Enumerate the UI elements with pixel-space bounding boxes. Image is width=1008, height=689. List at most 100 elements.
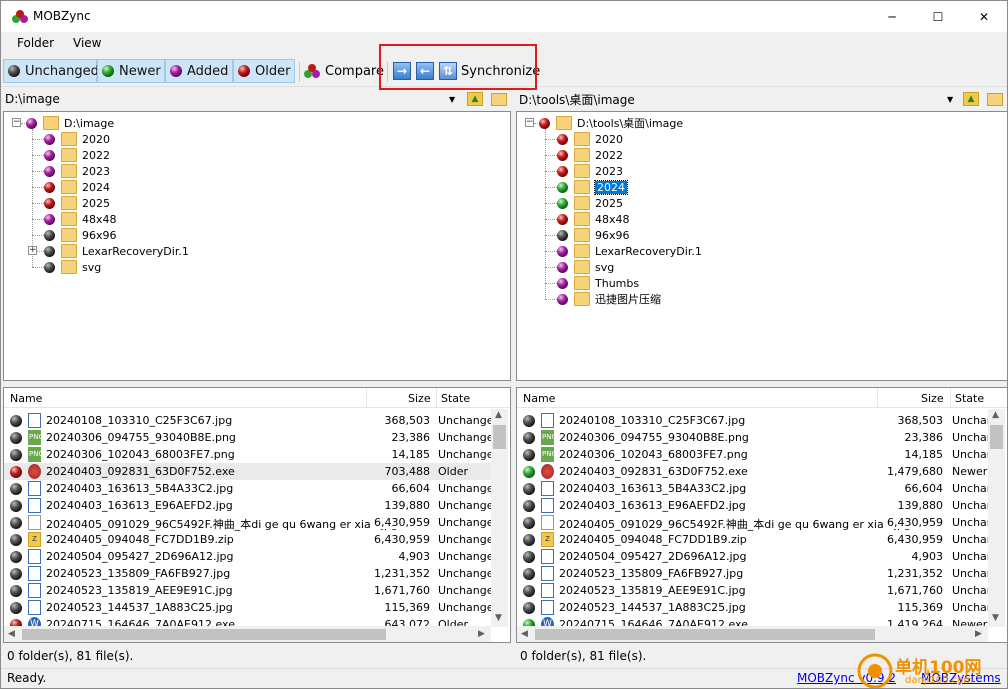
- filter-unchanged-label: Unchanged: [25, 63, 99, 79]
- tree-item[interactable]: 96x96: [557, 227, 630, 243]
- tree-item[interactable]: 2025: [557, 195, 623, 211]
- tree-item[interactable]: 48x48: [557, 211, 630, 227]
- file-row[interactable]: PNG 20240306_094755_93040B8E.png 23,386 Unc…: [517, 429, 994, 446]
- horizontal-scrollbar[interactable]: ◀ ▶: [4, 626, 491, 642]
- tree-item[interactable]: 2024: [557, 179, 628, 195]
- file-row[interactable]: 20240403_092831_63D0F752.exe 1,479,680 New…: [517, 463, 988, 480]
- tree-item[interactable]: 2020: [44, 131, 110, 147]
- maximize-button[interactable]: ☐: [915, 1, 961, 32]
- folder-icon: [61, 228, 77, 242]
- left-folder-tree[interactable]: − D:\image 2020 2022 2023 2024 2025 48x48 96x96 +…: [3, 111, 511, 381]
- minimize-button[interactable]: ─: [869, 1, 915, 32]
- column-name-header[interactable]: Name: [523, 392, 555, 405]
- file-row[interactable]: 20240523_135819_AEE9E91C.jpg 1,671,760 Unc…: [517, 582, 994, 599]
- tree-item[interactable]: 迅捷图片压缩: [557, 291, 661, 307]
- file-row[interactable]: PNG 20240306_102043_68003FE7.png 14,185 Unc…: [517, 446, 994, 463]
- file-name: 20240306_094755_93040B8E.png: [559, 431, 749, 444]
- tree-item[interactable]: LexarRecoveryDir.1: [44, 243, 189, 259]
- menu-folder[interactable]: Folder: [17, 36, 54, 50]
- file-row[interactable]: 20240403_163613_E96AEFD2.jpg 139,880 Uncha…: [4, 497, 501, 514]
- file-row[interactable]: 20240523_144537_1A883C25.jpg 115,369 Uncha…: [517, 599, 994, 616]
- file-row[interactable]: 20240504_095427_2D696A12.jpg 4,903 Unchang…: [4, 548, 501, 565]
- file-row[interactable]: 20240523_135809_FA6FB927.jpg 1,231,352 Unc…: [4, 565, 501, 582]
- vertical-scrollbar[interactable]: ▲ ▼: [988, 409, 1005, 627]
- tree-item-label: Thumbs: [595, 276, 640, 290]
- scroll-left-icon[interactable]: ◀: [8, 629, 15, 639]
- file-row[interactable]: 20240523_135819_AEE9E91C.jpg 1,671,760 Unc…: [4, 582, 501, 599]
- file-row[interactable]: 20240108_103310_C25F3C67.jpg 368,503 Uncha…: [517, 412, 994, 429]
- file-row[interactable]: 20240108_103310_C25F3C67.jpg 368,503 Uncha…: [4, 412, 501, 429]
- left-up-folder-icon[interactable]: ▲: [467, 92, 483, 106]
- column-state-header[interactable]: State: [955, 392, 984, 405]
- tree-item[interactable]: LexarRecoveryDir.1: [557, 243, 702, 259]
- right-path-input[interactable]: D:\tools\桌面\image: [519, 91, 635, 108]
- scroll-down-icon[interactable]: ▼: [495, 613, 502, 623]
- right-file-list[interactable]: Name Size State 20240108_103310_C25F3C67.jp…: [516, 387, 1007, 643]
- left-path-input[interactable]: D:\image: [5, 92, 60, 106]
- tree-item[interactable]: svg: [44, 259, 101, 275]
- scroll-right-icon[interactable]: ▶: [975, 629, 982, 639]
- file-row[interactable]: 20240403_163613_E96AEFD2.jpg 139,880 Uncha…: [517, 497, 994, 514]
- file-row[interactable]: Z 20240405_094048_FC7DD1B9.zip 6,430,959 Un…: [4, 531, 501, 548]
- compare-button[interactable]: Compare: [303, 59, 384, 83]
- file-row[interactable]: 20240403_092831_63D0F752.exe 703,488 Older: [4, 463, 491, 480]
- scroll-up-icon[interactable]: ▲: [495, 410, 502, 420]
- scroll-up-icon[interactable]: ▲: [992, 410, 999, 420]
- tree-item[interactable]: 48x48: [44, 211, 117, 227]
- file-row[interactable]: Z 20240405_094048_FC7DD1B9.zip 6,430,959 Un…: [517, 531, 994, 548]
- scroll-down-icon[interactable]: ▼: [992, 613, 999, 623]
- column-name-header[interactable]: Name: [10, 392, 42, 405]
- file-row[interactable]: 20240405_091029_96C5492F.神曲_本di ge qu 6w…: [4, 514, 501, 531]
- filter-added-button[interactable]: Added: [165, 59, 233, 83]
- tree-item[interactable]: 2022: [557, 147, 623, 163]
- file-row[interactable]: PNG 20240306_094755_93040B8E.png 23,386 Unc…: [4, 429, 501, 446]
- file-row[interactable]: 20240403_163613_5B4A33C2.jpg 66,604 Unchan: [517, 480, 994, 497]
- tree-item[interactable]: 2024: [44, 179, 110, 195]
- filter-newer-button[interactable]: Newer: [97, 59, 165, 83]
- column-size-header[interactable]: Size: [921, 392, 944, 405]
- file-row[interactable]: PNG 20240306_102043_68003FE7.png 14,185 Unc…: [4, 446, 501, 463]
- right-open-folder-icon[interactable]: [987, 92, 1003, 106]
- left-open-folder-icon[interactable]: [491, 92, 507, 106]
- scroll-thumb[interactable]: [493, 425, 506, 449]
- tree-item[interactable]: 96x96: [44, 227, 117, 243]
- column-size-header[interactable]: Size: [408, 392, 431, 405]
- tree-item[interactable]: 2023: [44, 163, 110, 179]
- tree-expand-toggle[interactable]: +: [28, 246, 37, 255]
- scroll-thumb-horizontal[interactable]: [22, 629, 386, 640]
- left-path-dropdown-icon[interactable]: ▼: [449, 95, 455, 104]
- scroll-thumb[interactable]: [990, 425, 1003, 449]
- file-row[interactable]: 20240405_091029_96C5492F.神曲_本di ge qu 6w…: [517, 514, 994, 531]
- folder-icon: [61, 196, 77, 210]
- filter-older-button[interactable]: Older: [233, 59, 295, 83]
- file-row[interactable]: 20240403_163613_5B4A33C2.jpg 66,604 Unchan…: [4, 480, 501, 497]
- tree-item[interactable]: 2022: [44, 147, 110, 163]
- file-row[interactable]: 20240523_144537_1A883C25.jpg 115,369 Uncha…: [4, 599, 501, 616]
- tree-item[interactable]: 2023: [557, 163, 623, 179]
- close-button[interactable]: ✕: [961, 1, 1007, 32]
- app-window: MOBZync ─ ☐ ✕ Folder View Unchanged Newe…: [0, 0, 1008, 689]
- tree-root[interactable]: D:\image: [26, 115, 114, 131]
- right-up-folder-icon[interactable]: ▲: [963, 92, 979, 106]
- filter-unchanged-button[interactable]: Unchanged: [3, 59, 99, 83]
- menu-view[interactable]: View: [73, 36, 101, 50]
- file-row[interactable]: 20240523_135809_FA6FB927.jpg 1,231,352 Unc…: [517, 565, 994, 582]
- tree-item[interactable]: Thumbs: [557, 275, 639, 291]
- tree-root[interactable]: D:\tools\桌面\image: [539, 115, 683, 131]
- file-row[interactable]: 20240504_095427_2D696A12.jpg 4,903 Unchan: [517, 548, 994, 565]
- right-path-dropdown-icon[interactable]: ▼: [947, 95, 953, 104]
- left-file-list[interactable]: Name Size State 20240108_103310_C25F3C67.jp…: [3, 387, 511, 643]
- scroll-thumb-horizontal[interactable]: [535, 629, 875, 640]
- tree-item[interactable]: 2025: [44, 195, 110, 211]
- tree-collapse-toggle[interactable]: −: [525, 118, 534, 127]
- right-folder-tree[interactable]: − D:\tools\桌面\image 2020 2022 2023 2024 2025 48…: [516, 111, 1007, 381]
- folder-icon: [61, 212, 77, 226]
- horizontal-scrollbar[interactable]: ◀ ▶: [517, 626, 988, 642]
- tree-collapse-toggle[interactable]: −: [12, 118, 21, 127]
- tree-item[interactable]: 2020: [557, 131, 623, 147]
- scroll-left-icon[interactable]: ◀: [521, 629, 528, 639]
- vertical-scrollbar[interactable]: ▲ ▼: [491, 409, 508, 627]
- scroll-right-icon[interactable]: ▶: [478, 629, 485, 639]
- column-state-header[interactable]: State: [441, 392, 470, 405]
- tree-item[interactable]: svg: [557, 259, 614, 275]
